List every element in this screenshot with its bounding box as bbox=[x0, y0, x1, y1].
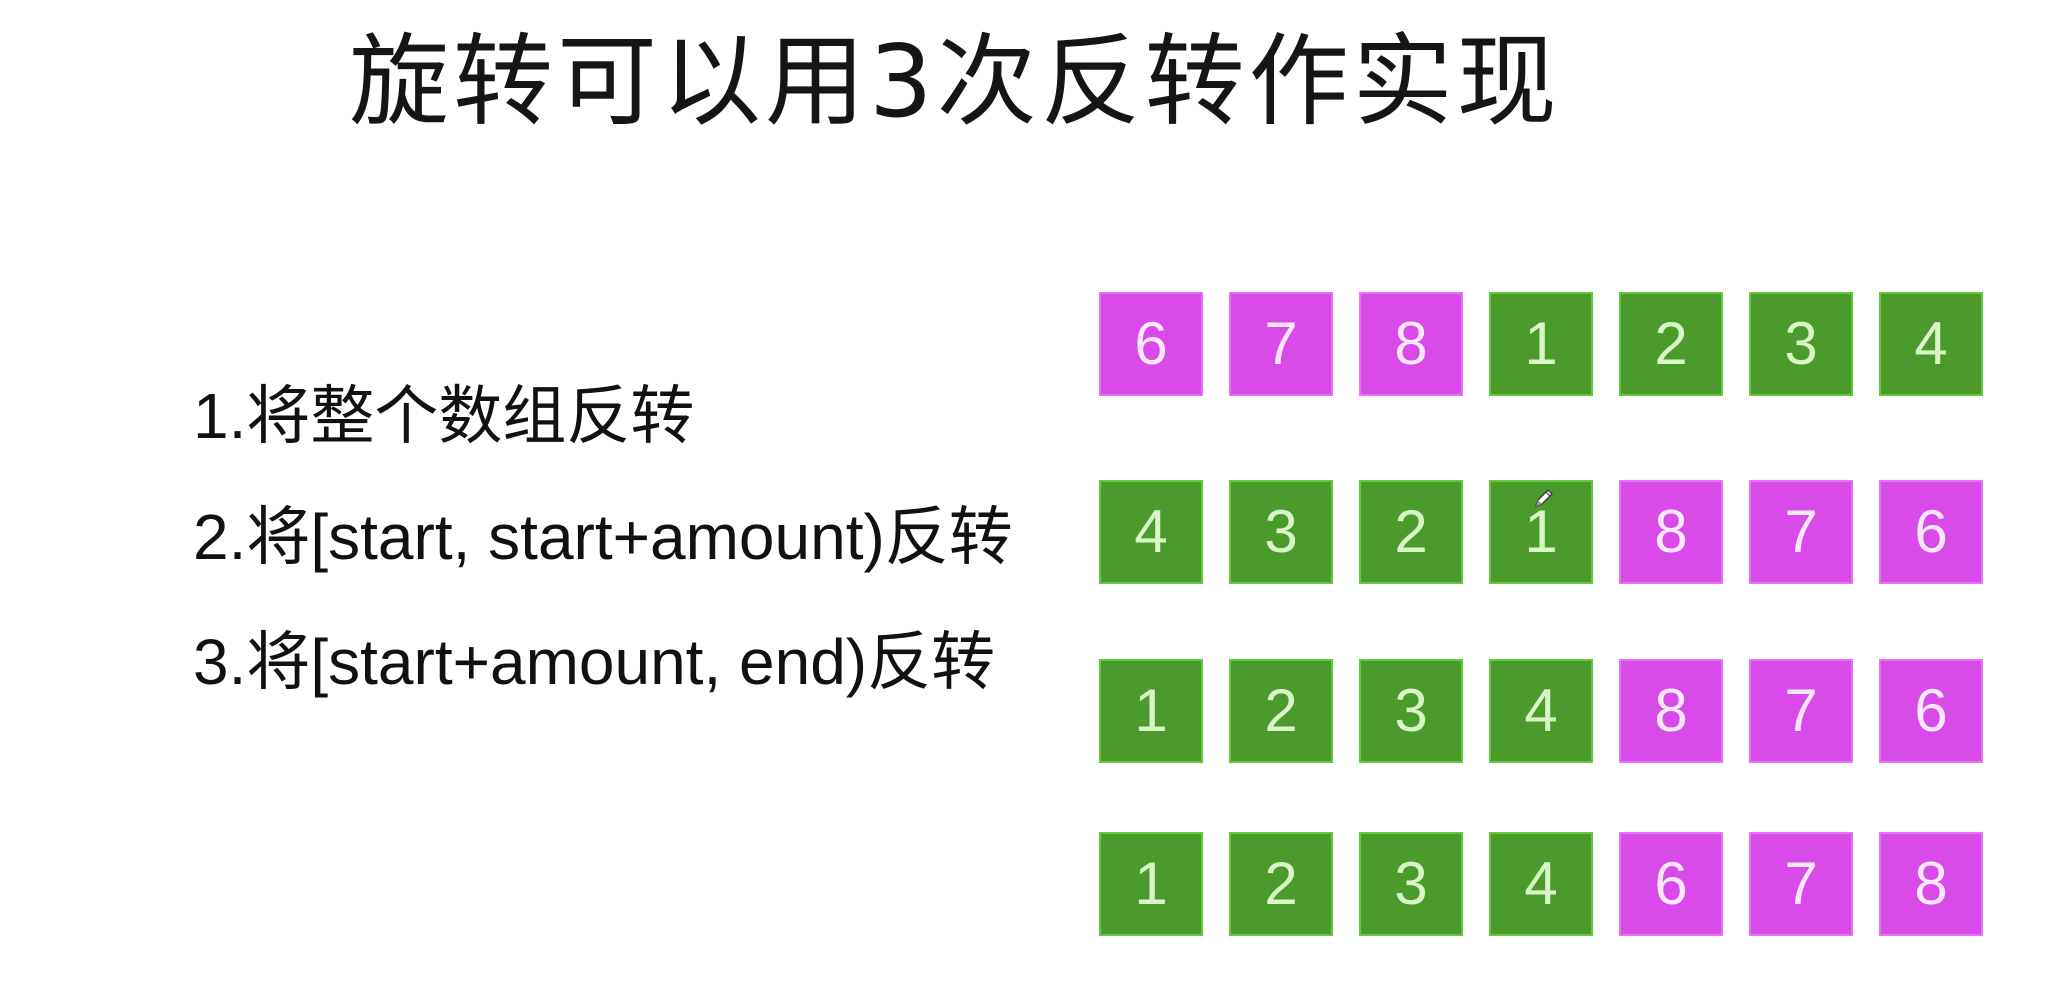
array-cell: 3 bbox=[1359, 832, 1463, 936]
array-cell: 3 bbox=[1229, 480, 1333, 584]
array-cell: 2 bbox=[1359, 480, 1463, 584]
array-cell: 8 bbox=[1619, 480, 1723, 584]
array-cell: 7 bbox=[1749, 480, 1853, 584]
array-cell: 4 bbox=[1099, 480, 1203, 584]
array-cell: 6 bbox=[1619, 832, 1723, 936]
step-2-text: 2.将[start, start+amount)反转 bbox=[193, 501, 1013, 573]
array-cell: 4 bbox=[1489, 659, 1593, 763]
array-cell: 8 bbox=[1619, 659, 1723, 763]
array-row-initial: 6 7 8 1 2 3 4 bbox=[1099, 292, 1983, 396]
array-cell: 7 bbox=[1749, 659, 1853, 763]
array-cell: 2 bbox=[1229, 659, 1333, 763]
step-3-text: 3.将[start+amount, end)反转 bbox=[193, 626, 996, 698]
array-cell: 1 bbox=[1489, 292, 1593, 396]
step-1-text: 1.将整个数组反转 bbox=[193, 380, 695, 452]
array-cell: 1 bbox=[1099, 659, 1203, 763]
array-cell: 8 bbox=[1359, 292, 1463, 396]
array-cell: 6 bbox=[1099, 292, 1203, 396]
array-cell: 3 bbox=[1359, 659, 1463, 763]
array-cell: 4 bbox=[1489, 832, 1593, 936]
pen-cursor-icon bbox=[1532, 486, 1556, 510]
array-cell: 4 bbox=[1879, 292, 1983, 396]
array-cell: 7 bbox=[1229, 292, 1333, 396]
array-cell: 7 bbox=[1749, 832, 1853, 936]
array-cell: 8 bbox=[1879, 832, 1983, 936]
array-cell: 3 bbox=[1749, 292, 1853, 396]
slide-title: 旋转可以用3次反转作实现 bbox=[349, 23, 1561, 140]
array-cell: 2 bbox=[1229, 832, 1333, 936]
array-row-after-step-2: 1 2 3 4 8 7 6 bbox=[1099, 659, 1983, 763]
array-cell: 2 bbox=[1619, 292, 1723, 396]
array-cell: 6 bbox=[1879, 659, 1983, 763]
array-cell: 1 bbox=[1099, 832, 1203, 936]
array-row-after-step-3: 1 2 3 4 6 7 8 bbox=[1099, 832, 1983, 936]
array-cell: 6 bbox=[1879, 480, 1983, 584]
